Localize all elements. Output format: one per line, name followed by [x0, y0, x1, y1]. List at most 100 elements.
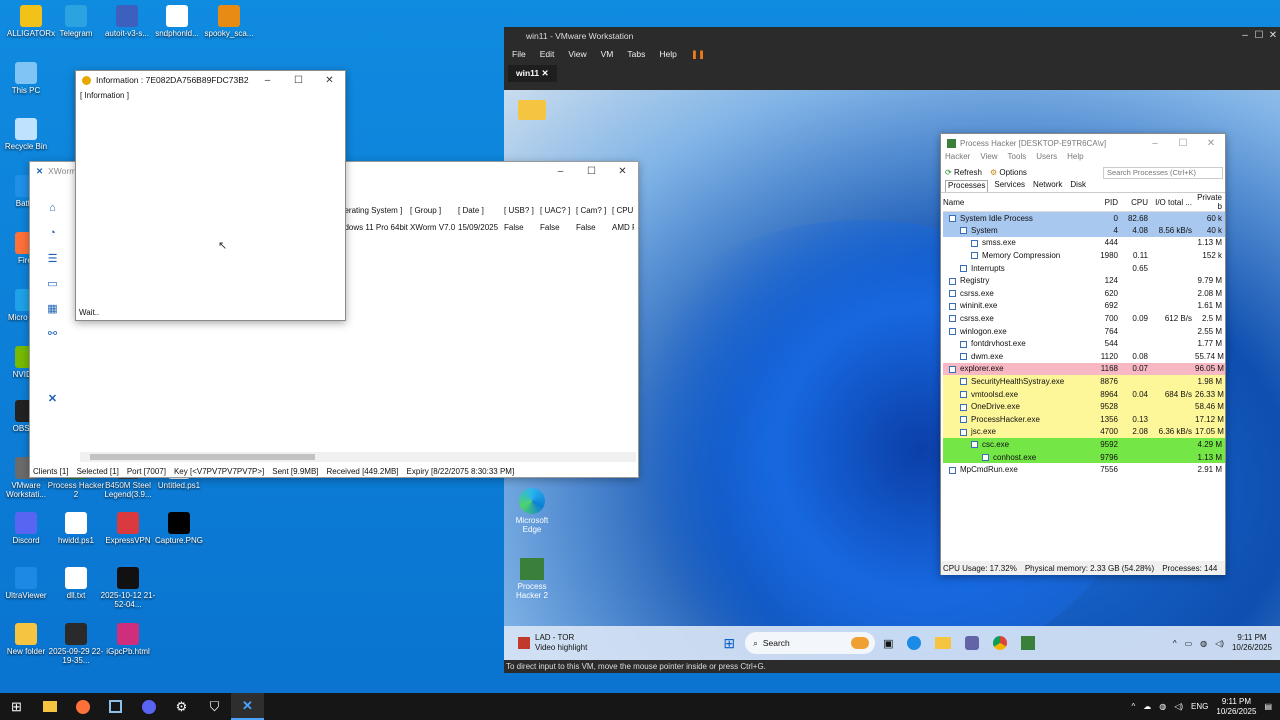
table-row[interactable]: Registry 124 9.79 M	[943, 274, 1225, 287]
edge-taskbar-icon[interactable]	[907, 636, 922, 650]
desktop-icon[interactable]: Capture.PNG	[148, 512, 210, 545]
monitor-tray-icon[interactable]: ▭	[1185, 639, 1193, 648]
history-icon[interactable]: ◔	[30, 227, 75, 252]
table-row[interactable]: OneDrive.exe 9528 58.46 M	[943, 400, 1225, 413]
table-row[interactable]: System Idle Process 0 82.68 60 k	[943, 211, 1225, 225]
network-tray-icon[interactable]: ◍	[1200, 639, 1207, 648]
table-row[interactable]: smss.exe 444 1.13 M	[943, 237, 1225, 250]
menu-item-view[interactable]: View	[568, 49, 586, 59]
guest-icon-edge[interactable]: Microsoft Edge	[510, 488, 554, 534]
column-header[interactable]: Private b	[1195, 193, 1225, 212]
maximize-button[interactable]: ☐	[576, 166, 607, 177]
maximize-button[interactable]: ☐	[1252, 30, 1266, 41]
search-input[interactable]	[1103, 166, 1223, 179]
minimize-button[interactable]: –	[1238, 30, 1252, 41]
explorer-taskbar-icon[interactable]	[33, 693, 66, 720]
close-button[interactable]: ✕	[1197, 138, 1225, 149]
volume-tray-icon[interactable]: ◁)	[1174, 702, 1183, 711]
start-icon[interactable]: ⊞	[0, 693, 33, 720]
table-row[interactable]: SecurityHealthSystray.exe 8876 1.98 M	[943, 375, 1225, 388]
tab-win11[interactable]: win11 ✕	[508, 65, 557, 82]
menu-item-help[interactable]: Help	[659, 49, 676, 59]
table-row[interactable]: ProcessHacker.exe 1356 0.13 17.12 M	[943, 413, 1225, 426]
volume-tray-icon[interactable]: ◁)	[1215, 639, 1224, 648]
column-header[interactable]: [ Group ]	[410, 206, 458, 215]
table-row[interactable]: ndows 11 Pro 64bit XWorm V7.0 15/09/2025 Fa…	[340, 223, 634, 232]
table-row[interactable]: Interrupts 0.65	[943, 262, 1225, 275]
tray-chevron-icon[interactable]: ^	[1173, 639, 1177, 648]
close-button[interactable]: ✕	[314, 75, 345, 86]
table-row[interactable]: conhost.exe 9796 1.13 M	[943, 450, 1225, 464]
ph-titlebar[interactable]: Process Hacker [DESKTOP-E9TR6CA\v] – ☐ ✕	[941, 134, 1225, 152]
chrome-taskbar-icon[interactable]	[993, 636, 1008, 650]
tab-services[interactable]: Services	[992, 180, 1027, 192]
table-row[interactable]: MpCmdRun.exe 7556 2.91 M	[943, 463, 1225, 476]
desktop-icon[interactable]: This PC	[0, 62, 57, 95]
settings-taskbar-icon[interactable]: ⚙	[165, 693, 198, 720]
column-header[interactable]: [ Cam? ]	[576, 206, 612, 215]
column-header[interactable]: [ CPU	[612, 206, 634, 215]
desktop-icon[interactable]: Recycle Bin	[0, 118, 57, 151]
process-hacker-taskbar-icon[interactable]	[1021, 636, 1036, 650]
guest-folder-icon[interactable]	[518, 100, 546, 120]
information-window[interactable]: Information : 7E082DA756B89FDC73B2 – ☐ ✕…	[75, 70, 346, 321]
table-row[interactable]: jsc.exe 4700 2.08 6.36 kB/s 17.05 M	[943, 425, 1225, 439]
teams-taskbar-icon[interactable]	[965, 636, 980, 650]
pause-icon[interactable]: ❚❚	[691, 49, 705, 60]
table-row[interactable]: fontdrvhost.exe 544 1.77 M	[943, 337, 1225, 350]
tab-network[interactable]: Network	[1031, 180, 1064, 192]
close-button[interactable]: ✕	[607, 166, 638, 177]
menu-item-hacker[interactable]: Hacker	[945, 152, 970, 165]
weather-widget[interactable]: LAD - TOR Video highlight	[504, 633, 587, 653]
table-row[interactable]: csrss.exe 700 0.09 612 B/s 2.5 M	[943, 312, 1225, 325]
firefox-taskbar-icon[interactable]	[66, 693, 99, 720]
column-header[interactable]: PID	[1089, 193, 1121, 212]
onedrive-tray-icon[interactable]: ☁	[1143, 702, 1151, 711]
start-icon[interactable]: ⊞	[723, 635, 735, 652]
menu-item-users[interactable]: Users	[1036, 152, 1057, 165]
minimize-button[interactable]: –	[1141, 138, 1169, 149]
info-titlebar[interactable]: Information : 7E082DA756B89FDC73B2 – ☐ ✕	[76, 71, 345, 89]
table-row[interactable]: csc.exe 9592 4.29 M	[943, 438, 1225, 451]
column-header[interactable]: Name	[943, 193, 1089, 212]
horizontal-scrollbar[interactable]	[80, 452, 636, 462]
menu-item-help[interactable]: Help	[1067, 152, 1083, 165]
maximize-button[interactable]: ☐	[1169, 138, 1197, 149]
language-indicator[interactable]: ENG	[1191, 702, 1208, 711]
guest-clock[interactable]: 9:11 PM 10/26/2025	[1232, 633, 1272, 653]
tab-processes[interactable]: Processes	[945, 180, 989, 192]
task-view-icon[interactable]: ▣	[883, 637, 893, 650]
column-header[interactable]: CPU	[1121, 193, 1151, 212]
discord-taskbar-icon[interactable]	[132, 693, 165, 720]
column-header[interactable]: perating System ]	[340, 206, 410, 215]
column-header[interactable]: I/O total ...	[1151, 193, 1195, 212]
process-hacker-window[interactable]: Process Hacker [DESKTOP-E9TR6CA\v] – ☐ ✕…	[940, 133, 1226, 575]
minimize-button[interactable]: –	[252, 75, 283, 86]
table-row[interactable]: winlogon.exe 764 2.55 M	[943, 325, 1225, 338]
table-row[interactable]: vmtoolsd.exe 8964 0.04 684 B/s 26.33 M	[943, 387, 1225, 401]
tray-chevron-icon[interactable]: ^	[1131, 702, 1135, 711]
table-row[interactable]: Memory Compression 1980 0.11 152 k	[943, 249, 1225, 262]
xworm-logo-icon[interactable]: ✕	[30, 392, 75, 417]
close-button[interactable]: ✕	[1266, 30, 1280, 41]
options-button[interactable]: ⚙ Options	[990, 168, 1027, 177]
grid-icon[interactable]: ▦	[30, 302, 75, 327]
list-icon[interactable]: ☰	[30, 252, 75, 277]
menu-item-tools[interactable]: Tools	[1008, 152, 1027, 165]
table-row[interactable]: explorer.exe 1168 0.07 96.05 M	[943, 362, 1225, 376]
search-box[interactable]: ⌕ Search	[745, 632, 876, 654]
maximize-button[interactable]: ☐	[283, 75, 314, 86]
vmware-titlebar[interactable]: win11 - VMware Workstation – ☐ ✕	[504, 27, 1280, 44]
xworm-taskbar-icon[interactable]: ✕	[231, 693, 264, 720]
home-icon[interactable]: ⌂	[30, 202, 75, 227]
monitor-icon[interactable]: ▭	[30, 277, 75, 302]
notification-icon[interactable]: ▤	[1264, 702, 1272, 711]
table-row[interactable]: System 4 4.08 8.56 kB/s 40 k	[943, 224, 1225, 237]
menu-item-file[interactable]: File	[512, 49, 526, 59]
column-header[interactable]: [ UAC? ]	[540, 206, 576, 215]
table-row[interactable]: dwm.exe 1120 0.08 55.74 M	[943, 350, 1225, 363]
network-icon[interactable]: ⚯	[30, 327, 75, 352]
host-clock[interactable]: 9:11 PM 10/26/2025	[1216, 697, 1256, 717]
menu-item-view[interactable]: View	[980, 152, 997, 165]
refresh-button[interactable]: ⟳ Refresh	[945, 168, 982, 177]
